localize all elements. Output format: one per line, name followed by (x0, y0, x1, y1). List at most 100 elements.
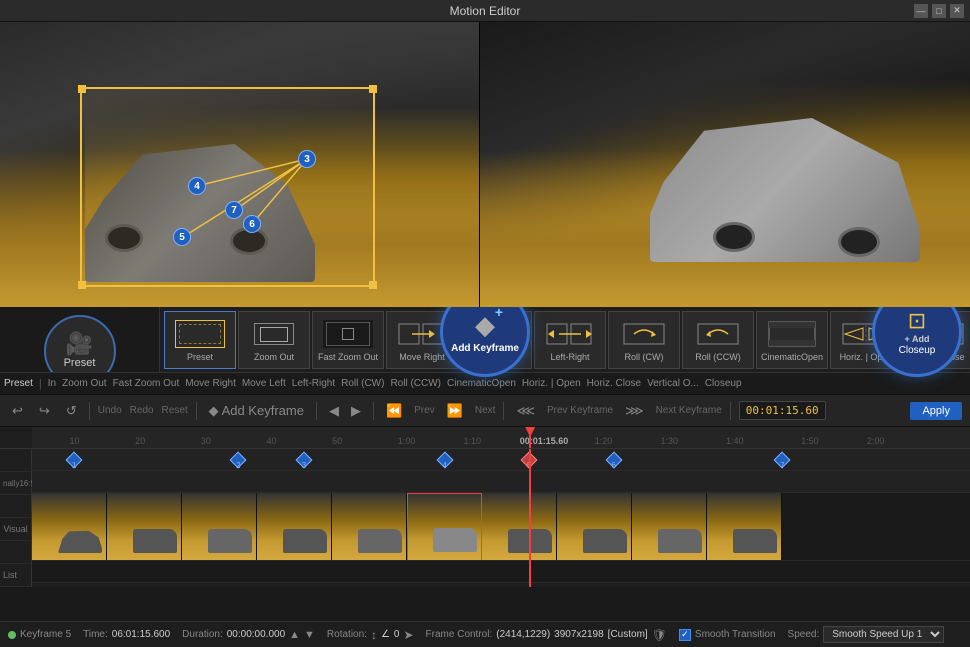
preview-left[interactable]: 3 4 5 6 7 (0, 22, 480, 307)
smooth-checkbox[interactable]: ✓ (679, 629, 691, 641)
track-content[interactable]: 1 2 3 4 5 6 7 (32, 449, 970, 587)
closeup-button[interactable]: ⊡ + Add Closeup (872, 307, 962, 377)
status-rotation: Rotation: ↕ ∠ 0 ➤ (327, 628, 414, 642)
vthumb-8[interactable] (632, 493, 707, 561)
label-in[interactable]: In (48, 378, 56, 389)
add-keyframe-button[interactable]: ◆ + Add Keyframe (440, 307, 530, 377)
time-value: 06:01:15.600 (112, 629, 170, 640)
apply-button[interactable]: Apply (910, 402, 962, 420)
preset-item-roll-ccw[interactable]: Roll (CCW) (682, 311, 754, 369)
prev-kf-label: Prev Keyframe (547, 405, 613, 416)
add-keyframe-ctrl-button[interactable]: ◆ Add Keyframe (205, 401, 308, 421)
next-keyframe-button[interactable]: ⋙ (621, 401, 648, 421)
next-button[interactable]: ⏩ (443, 401, 467, 421)
preview-right[interactable] (480, 22, 970, 307)
corner-bl[interactable] (78, 281, 86, 289)
left-nav-button[interactable]: ◀ (325, 401, 343, 421)
corner-br[interactable] (369, 281, 377, 289)
reset-button[interactable]: ↺ (62, 401, 81, 421)
preset-item-cinematic[interactable]: CinematicOpen (756, 311, 828, 369)
prev-button[interactable]: ⏪ (382, 401, 406, 421)
kf-7-label: 7 (780, 461, 784, 470)
selection-box[interactable] (80, 87, 375, 287)
corner-tr[interactable] (369, 85, 377, 93)
fast-zoom-visual (318, 318, 378, 350)
point-4[interactable]: 4 (188, 177, 206, 195)
undo-button[interactable]: ↩ (8, 401, 27, 421)
preset-item-zoom-out[interactable]: Zoom Out (238, 311, 310, 369)
closeup-label: Closeup (899, 345, 936, 356)
duration-up-button[interactable]: ▲ (289, 629, 300, 641)
redo-button[interactable]: ↪ (35, 401, 54, 421)
right-nav-button[interactable]: ▶ (347, 401, 365, 421)
vthumb-5[interactable] (407, 493, 482, 561)
track-label-list: List (0, 564, 31, 587)
redo-label: Redo (130, 405, 154, 416)
track-label-0 (0, 449, 31, 472)
label-closeup[interactable]: Closeup (705, 378, 742, 389)
preset-item-left-right[interactable]: Left-Right (534, 311, 606, 369)
cinematic-svg (767, 320, 817, 348)
preset-item-fast-zoom-out[interactable]: Fast Zoom Out (312, 311, 384, 369)
duration-down-button[interactable]: ▼ (304, 629, 315, 641)
ruler-8: 1:30 (660, 436, 678, 446)
point-6[interactable]: 6 (243, 215, 261, 233)
label-roll-cw[interactable]: Roll (CW) (341, 378, 384, 389)
keyframe-row[interactable]: 1 2 3 4 5 6 7 (32, 449, 970, 471)
corner-tl[interactable] (78, 85, 86, 93)
minimize-button[interactable]: — (914, 4, 928, 18)
timeline-ruler[interactable]: 10 20 30 40 50 1:00 1:10 00:01:15.60 1:2… (0, 427, 970, 449)
point-3[interactable]: 3 (298, 150, 316, 168)
label-zoom-out[interactable]: Zoom Out (62, 378, 106, 389)
label-move-right[interactable]: Move Right (185, 378, 236, 389)
close-button[interactable]: ✕ (950, 4, 964, 18)
keyframe-plus-icon: + (495, 307, 503, 320)
label-left-right[interactable]: Left-Right (292, 378, 335, 389)
label-horiz-open[interactable]: Horiz. | Open (522, 378, 581, 389)
point-7[interactable]: 7 (225, 201, 243, 219)
status-frame-control: Frame Control: (2414,1229) 3907x2198 [Cu… (426, 628, 667, 642)
next-kf-label: Next Keyframe (656, 405, 722, 416)
vthumb-3[interactable] (257, 493, 332, 561)
car-0 (58, 529, 102, 553)
nally-playhead (529, 471, 531, 492)
status-bar: Keyframe 5 Time: 06:01:15.600 Duration: … (0, 621, 970, 647)
maximize-button[interactable]: □ (932, 4, 946, 18)
label-fast-zoom-out[interactable]: Fast Zoom Out (113, 378, 180, 389)
label-horiz-close[interactable]: Horiz. Close (587, 378, 641, 389)
preset-item-roll-cw[interactable]: Roll (CW) (608, 311, 680, 369)
time-label: Time: (83, 629, 108, 640)
vthumb-2[interactable] (182, 493, 257, 561)
prev-keyframe-button[interactable]: ⋘ (512, 401, 539, 421)
vthumb-6[interactable] (482, 493, 557, 561)
label-vertical[interactable]: Vertical O... (647, 378, 699, 389)
vthumb-7[interactable] (557, 493, 632, 561)
vthumb-9[interactable] (707, 493, 782, 561)
vthumb-4[interactable] (332, 493, 407, 561)
vthumb-0[interactable] (32, 493, 107, 561)
label-roll-ccw[interactable]: Roll (CCW) (390, 378, 441, 389)
ruler-6: 1:10 (463, 436, 481, 446)
label-move-left[interactable]: Move Left (242, 378, 286, 389)
strip-playhead (529, 493, 531, 560)
label-preset[interactable]: Preset (4, 378, 33, 389)
preset-item-name-2: Fast Zoom Out (318, 352, 378, 362)
keyframe-icon: ◆ (475, 310, 495, 340)
reset-label: Reset (162, 405, 188, 416)
nally-track[interactable] (32, 471, 970, 493)
vthumb-1[interactable] (107, 493, 182, 561)
label-cinematic[interactable]: CinematicOpen (447, 378, 516, 389)
car-8 (658, 529, 702, 553)
add-keyframe-label: Add Keyframe (451, 343, 519, 354)
point-5[interactable]: 5 (173, 228, 191, 246)
closeup-icon: ⊡ (908, 308, 926, 334)
speed-select[interactable]: Smooth Speed Up 1 Smooth Speed Up 2 Line… (823, 626, 944, 643)
ruler-1: 20 (135, 436, 145, 446)
video-strip[interactable] (32, 493, 970, 561)
car-2 (208, 529, 252, 553)
frame-shield-button[interactable]: 🛡 (652, 628, 667, 642)
ruler-playhead (529, 427, 531, 448)
preset-item-preset[interactable]: Preset (164, 311, 236, 369)
title-bar-controls: — □ ✕ (914, 4, 964, 18)
toolbar-area: 🎥 Preset Preset Zoom Out (0, 307, 970, 395)
